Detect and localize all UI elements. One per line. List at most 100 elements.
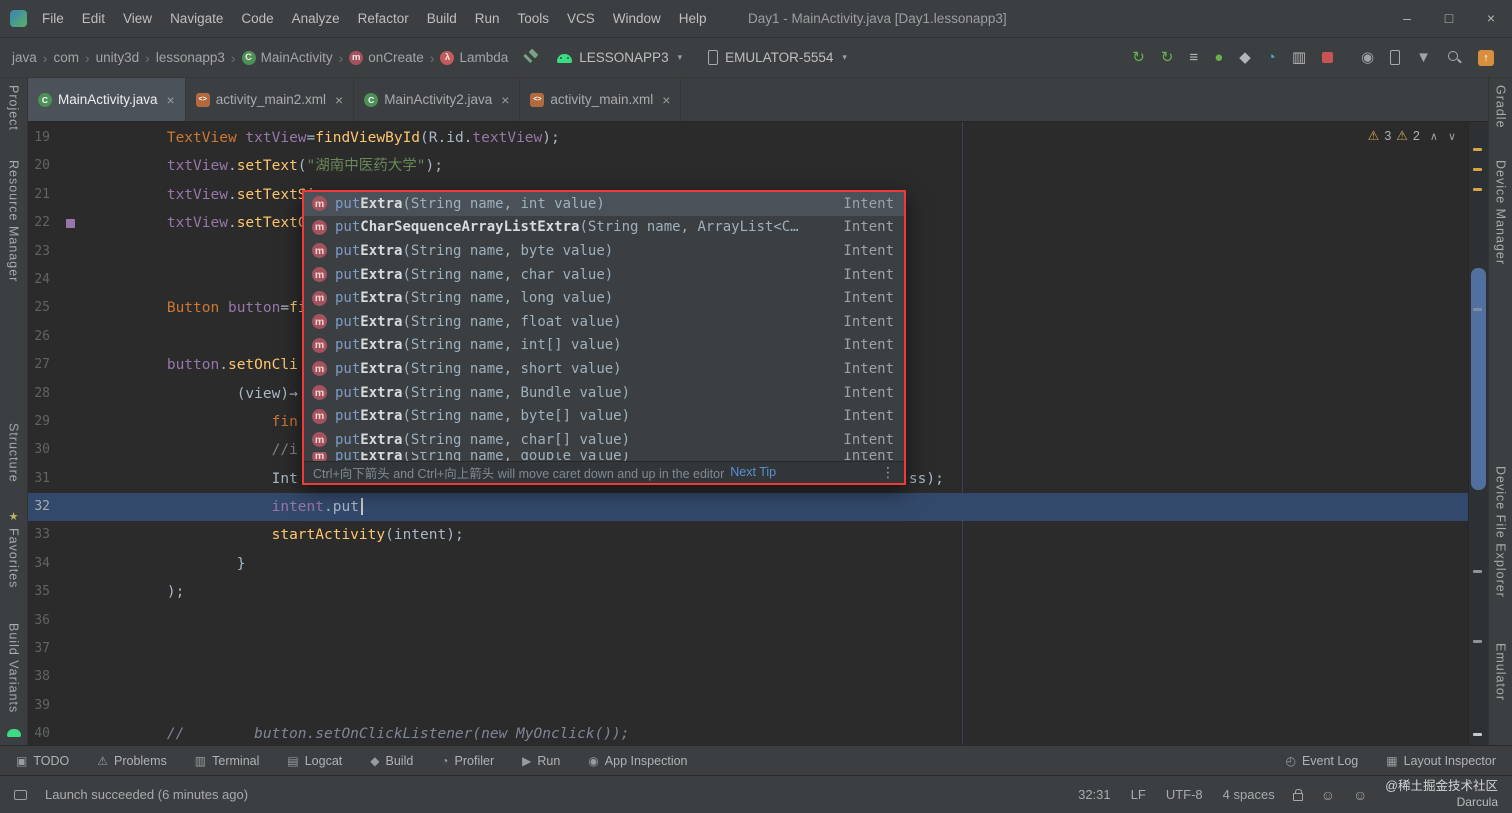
code-line-36[interactable]: 36 (28, 607, 1468, 635)
warning-stripe-mark[interactable] (1473, 168, 1482, 171)
code-line-35[interactable]: 35 ); (28, 578, 1468, 606)
menu-vcs[interactable]: VCS (558, 0, 604, 37)
stripe-mark[interactable] (1473, 570, 1482, 573)
tab-close-icon[interactable]: × (501, 92, 509, 108)
file-encoding[interactable]: UTF-8 (1166, 787, 1203, 802)
previous-issue-icon[interactable]: ∧ (1430, 130, 1438, 143)
stripe-mark[interactable] (1473, 733, 1482, 736)
ide-updates-icon[interactable]: ↑ (1478, 49, 1494, 66)
apply-changes-icon[interactable]: ↻ (1132, 50, 1145, 65)
tool-layout-inspector[interactable]: ▦ Layout Inspector (1386, 754, 1496, 768)
tab-MainActivity2.java[interactable]: C MainActivity2.java × (354, 78, 521, 121)
warning-stripe-mark[interactable] (1473, 188, 1482, 191)
stripe-structure[interactable]: Structure (7, 423, 21, 483)
device-select[interactable]: EMULATOR-5554 ▾ (700, 50, 855, 65)
menu-build[interactable]: Build (418, 0, 466, 37)
code-line-34[interactable]: 34 } (28, 550, 1468, 578)
breadcrumb-oncreate[interactable]: m onCreate (349, 50, 424, 65)
run-configuration-select[interactable]: LESSONAPP3 ▾ (549, 50, 690, 65)
tab-close-icon[interactable]: × (167, 92, 175, 108)
scrollbar-error-stripe[interactable] (1468, 122, 1488, 745)
tab-activity_main2.xml[interactable]: <> activity_main2.xml × (186, 78, 355, 121)
profiler-icon[interactable]: ◔ (1267, 50, 1276, 65)
menu-window[interactable]: Window (604, 0, 670, 37)
tab-MainActivity.java[interactable]: C MainActivity.java × (28, 78, 186, 121)
device-manager-icon[interactable] (1390, 50, 1401, 65)
menu-navigate[interactable]: Navigate (161, 0, 232, 37)
tool-build[interactable]: ◆ Build (370, 754, 413, 768)
stripe-resource-manager[interactable]: Resource Manager (7, 160, 21, 282)
tool-profiler[interactable]: ◔ Profiler (441, 754, 494, 768)
warning-stripe-mark[interactable] (1473, 148, 1482, 151)
breadcrumb-lambda[interactable]: λ Lambda (440, 50, 508, 65)
tool-terminal[interactable]: ▥ Terminal (195, 754, 260, 768)
breadcrumb-lessonapp3[interactable]: lessonapp3 (156, 50, 225, 65)
stripe-emulator[interactable]: Emulator (1494, 643, 1508, 701)
menu-tools[interactable]: Tools (509, 0, 559, 37)
completion-item[interactable]: m putExtra(String name, int value) Intent (304, 192, 904, 216)
apply-code-changes-icon[interactable]: ↻ (1161, 50, 1174, 65)
code-line-38[interactable]: 38 (28, 663, 1468, 691)
completion-item[interactable]: m putCharSequenceArrayListExtra(String na… (304, 216, 904, 240)
completion-item[interactable]: m putExtra(String name, short value) Inten… (304, 357, 904, 381)
menu-code[interactable]: Code (232, 0, 282, 37)
completion-item[interactable]: m putExtra(String name, float value) Inten… (304, 310, 904, 334)
tool-run[interactable]: ▶ Run (522, 754, 560, 768)
menu-view[interactable]: View (114, 0, 161, 37)
menu-run[interactable]: Run (466, 0, 509, 37)
breadcrumb-com[interactable]: com (53, 50, 79, 65)
menu-refactor[interactable]: Refactor (349, 0, 418, 37)
code-line-33[interactable]: 33 startActivity(intent); (28, 521, 1468, 549)
next-issue-icon[interactable]: ∨ (1448, 130, 1456, 143)
completion-item[interactable]: m putExtra(String name, char value) Intent (304, 263, 904, 287)
tool-logcat[interactable]: ▤ Logcat (287, 754, 342, 768)
feedback-smiley-icon[interactable]: ☺ (1321, 787, 1335, 803)
menu-edit[interactable]: Edit (73, 0, 114, 37)
stripe-mark[interactable] (1473, 640, 1482, 643)
tool-event-log[interactable]: ◴ Event Log (1285, 754, 1358, 768)
stop-icon[interactable] (1322, 52, 1334, 63)
tab-close-icon[interactable]: × (335, 92, 343, 108)
lock-icon[interactable] (1292, 788, 1303, 801)
caret-position[interactable]: 32:31 (1078, 787, 1111, 802)
code-line-39[interactable]: 39 (28, 692, 1468, 720)
code-line-19[interactable]: 19 TextView txtView=findViewById(R.id.te… (28, 124, 1468, 152)
completion-item[interactable]: m putExtra(String name, Bundle value) Inte… (304, 381, 904, 405)
color-swatch[interactable] (66, 219, 75, 229)
indent-style[interactable]: 4 spaces (1223, 787, 1275, 802)
completion-item[interactable]: m putExtra(String name, double value) Inte… (304, 451, 904, 461)
stripe-project[interactable]: Project (7, 85, 21, 131)
editor[interactable]: 19 TextView txtView=findViewById(R.id.te… (28, 122, 1468, 745)
debug-icon[interactable]: ● (1214, 50, 1223, 65)
completion-item[interactable]: m putExtra(String name, byte value) Intent (304, 239, 904, 263)
more-options-icon[interactable]: ⋮ (881, 464, 895, 481)
stripe-gradle[interactable]: Gradle (1494, 85, 1508, 129)
stripe-build-variants[interactable]: Build Variants (7, 623, 21, 713)
inspections-widget[interactable]: ⚠ 3 ⚠ 2 ∧ ∨ (1368, 128, 1456, 144)
completion-item[interactable]: m putExtra(String name, long value) Intent (304, 286, 904, 310)
tool-todo[interactable]: ▣ TODO (16, 754, 69, 768)
attach-debugger-icon[interactable]: ▥ (1292, 50, 1306, 65)
stripe-favorites[interactable]: ★ Favorites (7, 510, 21, 588)
breadcrumb-mainactivity[interactable]: C MainActivity (241, 50, 333, 65)
menu-help[interactable]: Help (670, 0, 716, 37)
completion-item[interactable]: m putExtra(String name, char[] value) Inte… (304, 428, 904, 452)
search-everywhere-icon[interactable] (1447, 50, 1462, 65)
code-line-37[interactable]: 37 (28, 635, 1468, 663)
android-icon[interactable] (7, 729, 21, 737)
line-separator[interactable]: LF (1131, 787, 1146, 802)
completion-item[interactable]: m putExtra(String name, byte[] value) Inte… (304, 404, 904, 428)
close-button[interactable]: × (1470, 0, 1512, 37)
completion-item[interactable]: m putExtra(String name, int[] value) Inten… (304, 334, 904, 358)
tool-app-inspection[interactable]: ◉ App Inspection (588, 754, 687, 768)
code-line-40[interactable]: 40 // button.setOnClickListener(new MyOn… (28, 720, 1468, 745)
build-hammer-icon[interactable] (522, 49, 539, 66)
code-line-20[interactable]: 20 txtView.setText("湖南中医药大学"); (28, 152, 1468, 180)
tab-close-icon[interactable]: × (662, 92, 670, 108)
breadcrumb-java[interactable]: java (12, 50, 37, 65)
stripe-device-file-explorer[interactable]: Device File Explorer (1494, 466, 1508, 598)
next-tip-link[interactable]: Next Tip (730, 465, 776, 479)
tab-activity_main.xml[interactable]: <> activity_main.xml × (520, 78, 682, 121)
run-configurations-icon[interactable]: ≡ (1189, 50, 1198, 65)
code-line-32[interactable]: 32 intent.put (28, 493, 1468, 522)
